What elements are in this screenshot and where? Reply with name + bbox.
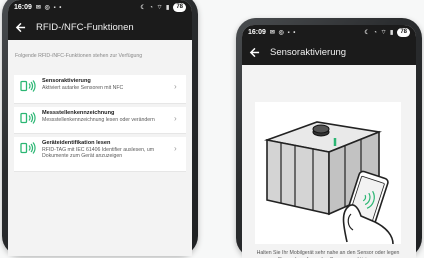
phone-right: 16:09 ✉ ◎ ▪ • ☾ ◔ ⌔ ▮ 78 Sensoraktivieru…: [236, 18, 422, 258]
page: { "colors": {"accent":"#2bb673","appbar"…: [0, 0, 424, 258]
list-item-description: Aktiviert autarke Sensoren mit NFC: [42, 85, 124, 91]
back-arrow-icon[interactable]: [15, 21, 27, 33]
chevron-right-icon: ›: [174, 82, 177, 91]
sensor-activation-illustration: [255, 102, 401, 245]
back-arrow-icon[interactable]: [249, 46, 261, 58]
page-title: Sensoraktivierung: [270, 46, 347, 58]
list-item-title: Geräteidentifikation lesen: [42, 140, 111, 146]
list-item-title: Messstellenkennzeichnung: [42, 110, 115, 116]
status-bar: 16:09 ✉ ◎ ▪ • ☾ ◔ ⌔ ▮ 78: [242, 25, 416, 39]
chevron-right-icon: ›: [174, 144, 177, 153]
list-item-title: Sensoraktivierung: [42, 78, 91, 84]
section-subtitle: Folgende RFID-/NFC-Funktionen stehen zur…: [15, 53, 143, 59]
nfc-icon: [20, 112, 36, 124]
nfc-icon: [20, 142, 36, 154]
status-time: 16:09: [248, 28, 266, 36]
status-time: 16:09: [14, 3, 32, 11]
chevron-right-icon: ›: [174, 114, 177, 123]
status-system-icons: ☾ ◔ ⌔ ▮: [364, 30, 395, 36]
instruction-caption: Halten Sie Ihr Mobilgerät sehr nahe an d…: [256, 250, 400, 258]
battery-badge: 78: [397, 27, 410, 37]
status-notification-icons: ✉ ◎ ▪ •: [35, 4, 63, 11]
list-item-sensor-activation[interactable]: Sensoraktivierung Aktiviert autarke Sens…: [14, 75, 186, 104]
status-bar: 16:09 ✉ ◎ ▪ • ☾ ◔ ⌔ ▮ 78: [8, 0, 192, 14]
phone-left: 16:09 ✉ ◎ ▪ • ☾ ◔ ⌔ ▮ 78 RFID-/NFC-Funkt…: [2, 0, 198, 256]
app-bar: Sensoraktivierung: [242, 39, 416, 65]
list-item-description: Messstellenkennzeichnung lesen oder verä…: [42, 117, 155, 123]
phone-right-screen: 16:09 ✉ ◎ ▪ • ☾ ◔ ⌔ ▮ 78 Sensoraktivieru…: [242, 25, 416, 258]
battery-badge: 78: [173, 2, 186, 12]
app-bar: RFID-/NFC-Funktionen: [8, 14, 192, 40]
status-system-icons: ☾ ◔ ⌔ ▮: [140, 5, 171, 11]
list-item-device-identification[interactable]: Geräteidentifikation lesen RFID-TAG mit …: [14, 137, 186, 172]
nfc-icon: [20, 80, 36, 92]
sensor-phone-icon: [263, 121, 394, 245]
page-title: RFID-/NFC-Funktionen: [36, 21, 134, 33]
list-item-tag-marking[interactable]: Messstellenkennzeichnung Messstellenkenn…: [14, 107, 186, 134]
phone-left-screen: 16:09 ✉ ◎ ▪ • ☾ ◔ ⌔ ▮ 78 RFID-/NFC-Funkt…: [8, 0, 192, 256]
list-item-description: RFID-TAG mit IEC 61406 Identifier ausles…: [42, 147, 155, 160]
status-notification-icons: ✉ ◎ ▪ •: [269, 29, 297, 36]
